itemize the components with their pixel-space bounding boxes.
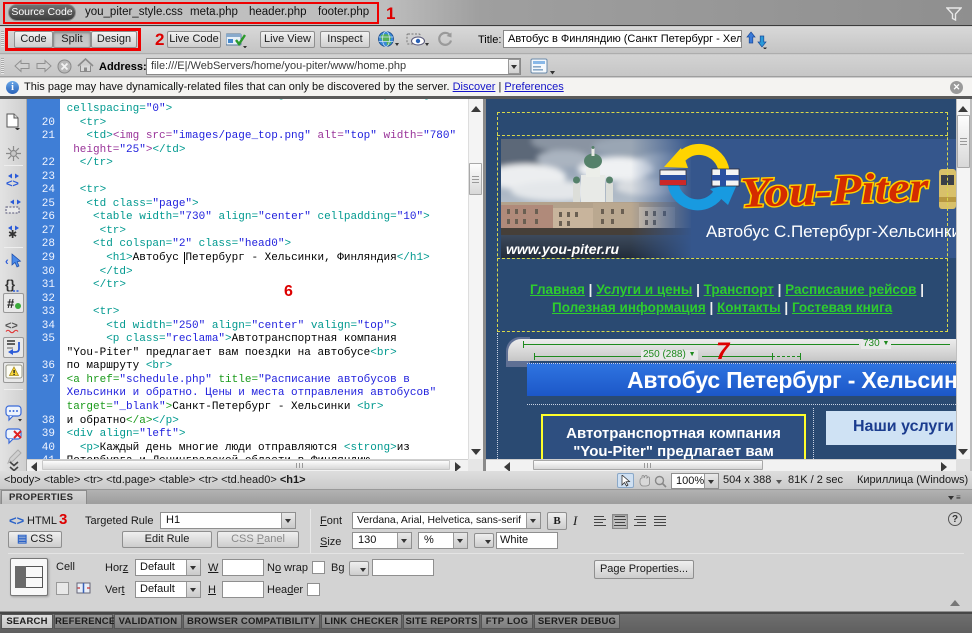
svg-text:‹: ‹ (5, 256, 9, 268)
svg-text:#: # (7, 296, 15, 311)
svg-text:{}: {} (5, 277, 15, 292)
svg-text:✱: ✱ (8, 229, 17, 239)
svg-text:<>: <> (6, 178, 19, 188)
